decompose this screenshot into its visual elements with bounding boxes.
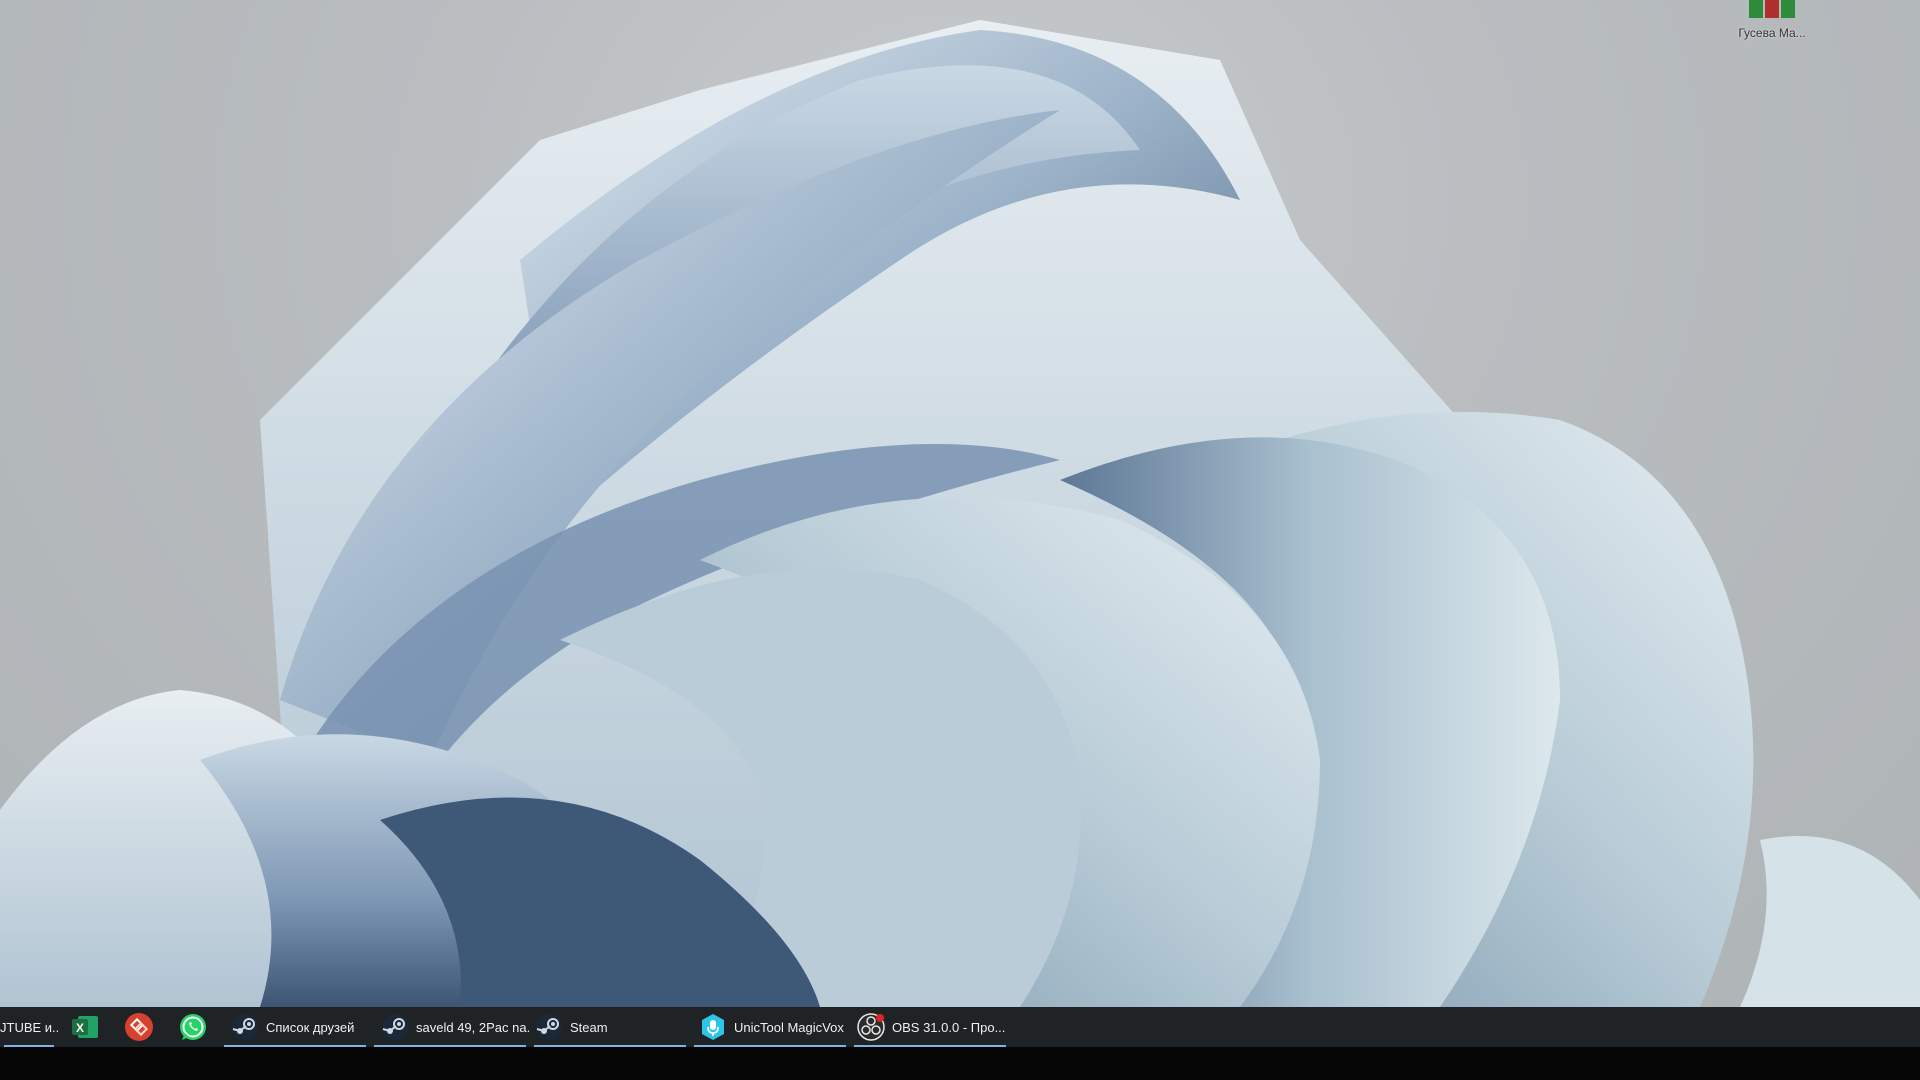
taskbar-item-excel[interactable]: X (58, 1007, 112, 1047)
taskbar-item-label: Steam (570, 1019, 608, 1035)
taskbar-item-label: UnicTool MagicVox (734, 1019, 844, 1035)
excel-icon: X (72, 1016, 98, 1038)
taskbar-item-magicvox[interactable]: UnicTool MagicVox (690, 1007, 850, 1047)
taskbar-item-anydesk[interactable] (112, 1007, 166, 1047)
taskbar-item-steam-chat[interactable]: saveld 49, 2Pac na... (370, 1007, 530, 1047)
taskbar: JTUBE и... X Список друзей saveld 49, 2P… (0, 1007, 1920, 1047)
anydesk-remote-icon (125, 1013, 153, 1041)
taskbar-item-label: OBS 31.0.0 - Про... (892, 1019, 1006, 1035)
wallpaper: Гусева Ма... (0, 0, 1920, 1007)
magicvox-icon (702, 1014, 724, 1040)
taskbar-item-steam-friends[interactable]: Список друзей (220, 1007, 370, 1047)
desktop-file-icon[interactable]: Гусева Ма... (1724, 0, 1820, 48)
taskbar-item-label: JTUBE и... (0, 1019, 58, 1035)
desktop-icon-label: Гусева Ма... (1738, 26, 1806, 40)
taskbar-item-jtube[interactable]: JTUBE и... (0, 1007, 58, 1047)
bloom-wallpaper-art (0, 20, 1920, 1007)
steam-icon (536, 1014, 562, 1040)
taskbar-item-obs[interactable]: OBS 31.0.0 - Про... (850, 1007, 1010, 1047)
screen-bottom-bar (0, 1047, 1920, 1080)
taskbar-item-label: Список друзей (266, 1019, 355, 1035)
steam-icon (232, 1014, 258, 1040)
taskbar-item-label: saveld 49, 2Pac na... (416, 1019, 530, 1035)
taskbar-item-steam[interactable]: Steam (530, 1007, 690, 1047)
steam-icon (382, 1014, 408, 1040)
whatsapp-icon (180, 1014, 206, 1040)
obs-icon (857, 1013, 885, 1041)
taskbar-item-whatsapp[interactable] (166, 1007, 220, 1047)
desktop-screen: Гусева Ма... JTUBE и... X Список друзей … (0, 0, 1920, 1080)
winrar-archive-icon (1749, 0, 1795, 18)
svg-text:X: X (76, 1021, 84, 1035)
